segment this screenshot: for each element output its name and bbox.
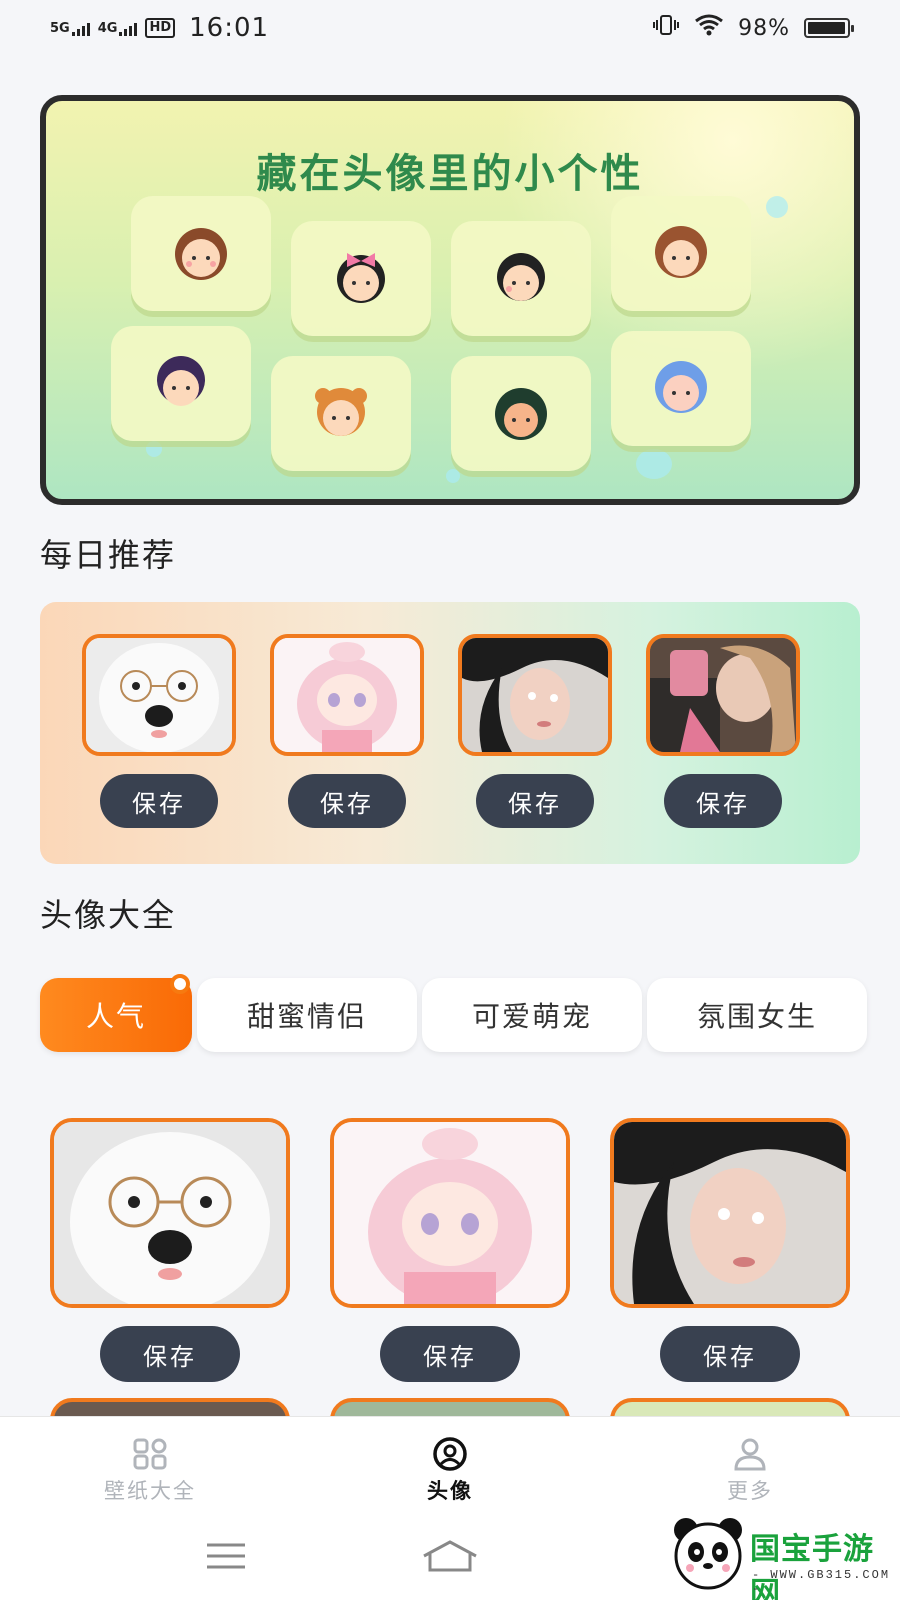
cartoon-girl-icon bbox=[497, 253, 545, 301]
tab-label: 氛围女生 bbox=[696, 1000, 817, 1033]
bubble-decoration bbox=[766, 196, 788, 218]
anime-girl-image bbox=[334, 1122, 566, 1304]
tab-cute-pets[interactable]: 可爱萌宠 bbox=[422, 978, 642, 1052]
signal-4g: 4G bbox=[98, 21, 138, 36]
vibrate-icon bbox=[652, 14, 680, 42]
net1-label: 5G bbox=[50, 20, 70, 36]
daily-save-button[interactable]: 保存 bbox=[100, 774, 218, 828]
girl-selfie-image bbox=[650, 638, 796, 752]
gallery-save-button[interactable]: 保存 bbox=[660, 1326, 800, 1382]
cartoon-girl-icon bbox=[175, 228, 227, 280]
tab-couples[interactable]: 甜蜜情侣 bbox=[197, 978, 417, 1052]
girl-portrait-image bbox=[462, 638, 608, 752]
battery-percent: 98% bbox=[738, 15, 790, 41]
daily-section-title: 每日推荐 bbox=[40, 536, 177, 574]
watermark: 国宝手游网 - WWW.GB315.COM - bbox=[650, 1500, 900, 1600]
banner-avatar-tile bbox=[451, 356, 591, 471]
bottom-nav: 壁纸大全 头像 更多 bbox=[0, 1416, 900, 1512]
cartoon-boy-icon bbox=[157, 356, 205, 406]
banner[interactable]: 藏在头像里的小个性 bbox=[40, 95, 860, 505]
clock: 16:01 bbox=[189, 13, 270, 43]
cartoon-girl-icon bbox=[655, 226, 707, 278]
gallery-section-title: 头像大全 bbox=[40, 896, 177, 934]
dog-image bbox=[54, 1122, 286, 1304]
banner-avatar-tile bbox=[451, 221, 591, 336]
tab-label: 甜蜜情侣 bbox=[246, 1000, 367, 1033]
battery-icon bbox=[804, 18, 854, 38]
dog-image bbox=[86, 638, 232, 752]
net2-label: 4G bbox=[97, 20, 118, 36]
gallery-avatar-dog[interactable] bbox=[50, 1118, 290, 1308]
panda-logo-icon bbox=[674, 1518, 742, 1590]
gallery-save-button[interactable]: 保存 bbox=[100, 1326, 240, 1382]
cartoon-girl-icon bbox=[337, 253, 385, 303]
bubble-decoration bbox=[446, 469, 460, 483]
daily-save-button[interactable]: 保存 bbox=[664, 774, 782, 828]
status-bar: 5G 4G HD 16:01 98% bbox=[0, 0, 900, 56]
cartoon-girl-icon bbox=[315, 388, 367, 436]
bubble-decoration bbox=[146, 441, 162, 457]
daily-avatar-anime[interactable] bbox=[270, 634, 424, 756]
tab-indicator-dot bbox=[170, 974, 190, 994]
grid-icon bbox=[133, 1438, 167, 1470]
banner-avatar-tile bbox=[611, 331, 751, 446]
daily-avatar-selfie[interactable] bbox=[646, 634, 800, 756]
status-left: 5G 4G HD 16:01 bbox=[50, 13, 269, 43]
banner-avatar-tile bbox=[271, 356, 411, 471]
status-right: 98% bbox=[652, 14, 854, 42]
nav-item-more[interactable]: 更多 bbox=[680, 1437, 820, 1505]
bubble-decoration bbox=[636, 449, 672, 479]
home-icon[interactable] bbox=[420, 1538, 480, 1574]
cartoon-girl-icon bbox=[655, 361, 707, 413]
banner-title: 藏在头像里的小个性 bbox=[256, 151, 644, 197]
gallery-avatar-girl[interactable] bbox=[610, 1118, 850, 1308]
tab-popular[interactable]: 人气 bbox=[40, 974, 192, 1052]
wifi-icon bbox=[694, 14, 724, 42]
daily-save-button[interactable]: 保存 bbox=[476, 774, 594, 828]
tab-label: 人气 bbox=[85, 1000, 146, 1033]
menu-icon[interactable] bbox=[205, 1542, 247, 1570]
signal-5g: 5G bbox=[50, 21, 90, 36]
watermark-url: - WWW.GB315.COM - bbox=[752, 1568, 891, 1596]
cartoon-girl-icon bbox=[495, 388, 547, 440]
hd-badge: HD bbox=[145, 18, 176, 38]
user-icon bbox=[734, 1438, 766, 1471]
battery-fill bbox=[808, 22, 846, 34]
banner-avatar-tile bbox=[131, 196, 271, 311]
banner-avatar-tile bbox=[611, 196, 751, 311]
girl-portrait-image bbox=[614, 1122, 846, 1304]
tab-label: 可爱萌宠 bbox=[471, 1000, 592, 1033]
gallery-avatar-anime[interactable] bbox=[330, 1118, 570, 1308]
daily-avatar-dog[interactable] bbox=[82, 634, 236, 756]
nav-item-avatars[interactable]: 头像 bbox=[380, 1437, 520, 1505]
nav-label: 壁纸大全 bbox=[104, 1479, 196, 1503]
gallery-save-button[interactable]: 保存 bbox=[380, 1326, 520, 1382]
signal-bars-icon bbox=[71, 22, 90, 36]
banner-avatar-tile bbox=[291, 221, 431, 336]
daily-recommend-panel: 保存 保存 保存 保存 bbox=[40, 602, 860, 864]
avatar-icon bbox=[433, 1437, 467, 1471]
daily-save-button[interactable]: 保存 bbox=[288, 774, 406, 828]
banner-avatar-tile bbox=[111, 326, 251, 441]
anime-girl-image bbox=[274, 638, 420, 752]
tab-mood-girls[interactable]: 氛围女生 bbox=[647, 978, 867, 1052]
nav-label: 头像 bbox=[427, 1479, 473, 1503]
daily-avatar-girl[interactable] bbox=[458, 634, 612, 756]
nav-item-wallpapers[interactable]: 壁纸大全 bbox=[80, 1437, 220, 1505]
signal-bars-icon bbox=[119, 22, 138, 36]
